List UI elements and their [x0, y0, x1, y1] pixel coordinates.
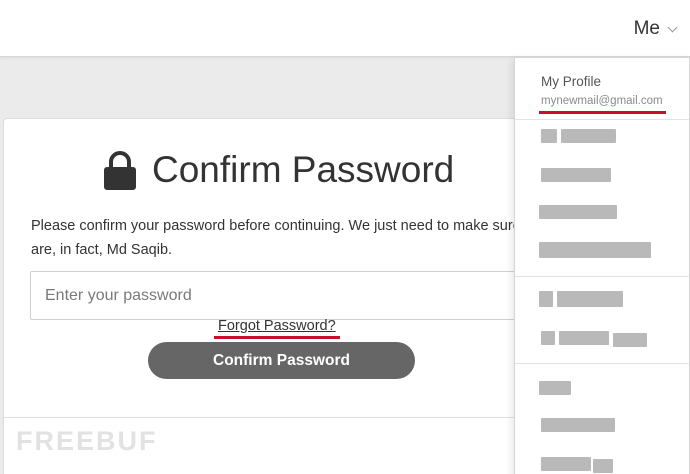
menu-item-redacted[interactable]	[559, 331, 609, 345]
lock-icon	[104, 151, 136, 190]
menu-item-redacted[interactable]	[613, 333, 647, 347]
menu-item-redacted[interactable]	[541, 168, 611, 182]
menu-item-redacted[interactable]	[541, 331, 555, 345]
confirm-password-button[interactable]: Confirm Password	[148, 342, 415, 379]
chevron-down-icon	[667, 22, 678, 32]
menu-item-redacted[interactable]	[557, 291, 623, 307]
annotation-underline	[539, 111, 666, 114]
menu-item-redacted[interactable]	[539, 242, 651, 258]
user-menu-label: Me	[633, 18, 660, 39]
menu-item-redacted[interactable]	[539, 205, 617, 219]
top-bar: Me	[0, 0, 690, 57]
menu-divider	[515, 276, 689, 277]
menu-item-redacted[interactable]	[541, 418, 615, 432]
card-divider	[4, 417, 562, 418]
menu-item-redacted[interactable]	[561, 129, 616, 143]
annotation-underline	[214, 336, 340, 339]
menu-divider	[515, 363, 689, 364]
user-dropdown-menu: My Profile mynewmail@gmail.com	[514, 57, 690, 474]
user-email: mynewmail@gmail.com	[541, 95, 663, 107]
menu-item-my-profile[interactable]: My Profile	[541, 74, 601, 89]
menu-item-redacted[interactable]	[541, 129, 557, 143]
user-menu-toggle[interactable]: Me	[633, 18, 678, 40]
password-input[interactable]	[30, 271, 530, 320]
description-text: Please confirm your password before cont…	[31, 218, 549, 258]
menu-item-redacted[interactable]	[539, 381, 571, 395]
menu-divider	[515, 119, 689, 120]
confirm-password-card: Confirm Password Please confirm your pas…	[3, 118, 563, 474]
watermark-logo: FREEBUF	[16, 426, 158, 456]
menu-item-redacted[interactable]	[593, 459, 613, 473]
forgot-password-link[interactable]: Forgot Password?	[218, 318, 336, 334]
title-row: Confirm Password	[102, 149, 454, 191]
menu-item-redacted[interactable]	[539, 291, 553, 307]
menu-item-redacted[interactable]	[541, 457, 591, 471]
page-title: Confirm Password	[152, 149, 455, 190]
